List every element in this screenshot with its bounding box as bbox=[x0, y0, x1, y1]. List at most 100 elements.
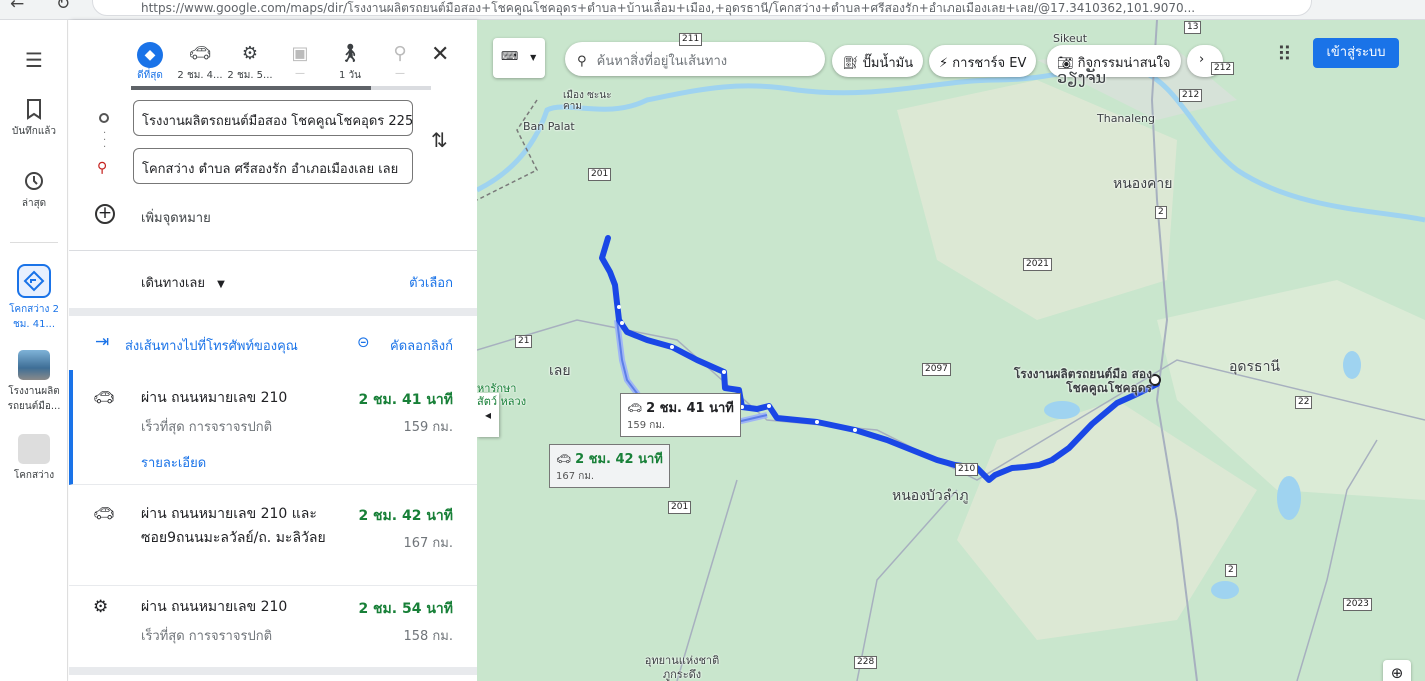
link-icon: ⊝ bbox=[357, 333, 370, 351]
copy-link-button[interactable]: คัดลอกลิงก์ bbox=[390, 335, 453, 356]
apps-grid-icon[interactable]: ⠿ bbox=[1277, 42, 1292, 66]
origin-place-label: โรงงานผลิต รถยนต์มือ... bbox=[7, 386, 61, 412]
route-option-3[interactable]: ⚙ ผ่าน ถนนหมายเลข 210 2 ชม. 54 นาที เร็ว… bbox=[69, 587, 477, 667]
directions-icon: ◆ bbox=[125, 40, 175, 68]
road-shield: 201 bbox=[588, 168, 612, 181]
depart-label: เดินทางเลย bbox=[141, 276, 206, 291]
history-icon bbox=[25, 172, 43, 190]
destination-input[interactable]: โคกสว่าง ตำบล ศรีสองรัก อำเภอเมืองเลย เล… bbox=[133, 148, 413, 184]
keyboard-button[interactable]: ⌨ ▼ bbox=[493, 38, 545, 78]
route-distance: 158 กม. bbox=[403, 629, 453, 644]
mode-motorcycle-label: 2 ชม. 5... bbox=[227, 70, 273, 81]
place-label-nongkhai[interactable]: หนองคาย bbox=[1113, 173, 1172, 195]
chip-ev[interactable]: ⚡︎ การชาร์จ EV bbox=[929, 45, 1037, 77]
origin-dot-icon bbox=[99, 113, 109, 123]
options-link[interactable]: ตัวเลือก bbox=[409, 272, 453, 293]
road-shield: 21 bbox=[515, 335, 533, 348]
recent-button[interactable]: ล่าสุด bbox=[0, 170, 68, 211]
place-label-phukradueng[interactable]: อุทยานแห่งชาติ ภูกระดึง bbox=[637, 654, 727, 681]
road-shield: 2097 bbox=[922, 363, 951, 376]
chevron-right-icon: › bbox=[1199, 52, 1205, 67]
road-shield: 210 bbox=[955, 463, 979, 476]
place-label-udonthani[interactable]: อุดรธานี bbox=[1229, 356, 1280, 378]
rail-item-origin-place[interactable]: โรงงานผลิต รถยนต์มือ... bbox=[0, 350, 68, 414]
recent-label: ล่าสุด bbox=[21, 198, 47, 209]
search-icon: ⚲ bbox=[577, 54, 587, 69]
mode-indicator-track bbox=[131, 86, 431, 90]
map-graphics bbox=[477, 20, 1425, 681]
map-canvas[interactable]: ⌨ ▼ ⚲ ค้นหาสิ่งที่อยู่ในเส้นทาง ⛽︎ ปั๊มน… bbox=[477, 20, 1425, 681]
chevron-down-icon: ▼ bbox=[530, 53, 537, 62]
route-option-2[interactable]: 🚗︎ ผ่าน ถนนหมายเลข 210 และ ซอย9ถนนมะลวัล… bbox=[69, 486, 477, 586]
car-icon: 🚗︎ bbox=[93, 388, 115, 408]
route-callout-alt[interactable]: 🚗︎ 2 ชม. 42 นาที 167 กม. bbox=[549, 444, 670, 488]
mode-bike[interactable]: ⚲ — bbox=[375, 40, 425, 79]
transit-icon: ▣ bbox=[291, 43, 309, 64]
keyboard-icon: ⌨ bbox=[501, 49, 519, 63]
car-icon: 🚗︎ bbox=[627, 401, 643, 415]
send-to-phone-link[interactable]: ส่งเส้นทางไปที่โทรศัพท์ของคุณ bbox=[125, 335, 298, 356]
route-callout-main[interactable]: 🚗︎ 2 ชม. 41 นาที 159 กม. bbox=[620, 393, 741, 437]
chevron-down-icon: ▼ bbox=[217, 279, 225, 290]
route-subtitle: เร็วที่สุด การจราจรปกติ bbox=[141, 420, 273, 435]
callout-alt-distance: 167 กม. bbox=[556, 471, 595, 482]
depart-dropdown[interactable]: เดินทางเลย ▼ bbox=[141, 272, 225, 293]
place-label-loei[interactable]: เลย bbox=[549, 360, 571, 382]
place-label-wildlife[interactable]: หารักษา สัตว์ หลวง bbox=[477, 382, 537, 408]
mode-best-label: ดีที่สุด bbox=[137, 70, 163, 81]
place-label-thanaleng[interactable]: Thanaleng bbox=[1097, 112, 1155, 125]
place-label-sanakham[interactable]: เมือง ซะนะคาม bbox=[563, 90, 623, 112]
mode-best[interactable]: ◆ ดีที่สุด bbox=[125, 40, 175, 83]
my-location-button[interactable]: ⊕ bbox=[1383, 660, 1411, 681]
current-route-label: โคกสว่าง 2 ชม. 41... bbox=[9, 304, 59, 330]
route-option-1[interactable]: 🚗︎ ผ่าน ถนนหมายเลข 210 2 ชม. 41 นาที เร็… bbox=[69, 370, 477, 485]
rail-item-current-route[interactable]: โคกสว่าง 2 ชม. 41... bbox=[0, 264, 68, 332]
mode-transit[interactable]: ▣ — bbox=[275, 40, 325, 79]
route-distance: 167 กม. bbox=[403, 536, 453, 551]
route-time: 2 ชม. 41 นาที bbox=[358, 392, 453, 408]
chip-gas[interactable]: ⛽︎ ปั๊มน้ำมัน bbox=[832, 45, 924, 77]
close-icon[interactable]: ✕ bbox=[431, 42, 449, 67]
back-icon[interactable]: ← bbox=[10, 0, 24, 14]
saved-button[interactable]: บันทึกแล้ว bbox=[0, 98, 68, 139]
swap-icon[interactable]: ⇅ bbox=[431, 128, 448, 152]
add-destination-button[interactable]: เพิ่มจุดหมาย bbox=[141, 207, 211, 228]
address-bar[interactable]: https://www.google.com/maps/dir/โรงงานผล… bbox=[92, 0, 1312, 16]
ev-charger-icon: ⚡︎ bbox=[939, 56, 949, 71]
road-shield: 228 bbox=[854, 656, 878, 669]
place-label-vientiane[interactable]: ວຽງຈັນ bbox=[1057, 68, 1106, 87]
car-icon: 🚗︎ bbox=[188, 43, 212, 64]
mode-car[interactable]: 🚗︎ 2 ชม. 4... bbox=[175, 40, 225, 83]
route-time: 2 ชม. 54 นาที bbox=[358, 601, 453, 617]
motorcycle-icon: ⚙ bbox=[241, 43, 259, 64]
origin-place-label[interactable]: โรงงานผลิตรถยนต์มือ สอง โชคคูณโชคอุดร bbox=[1007, 367, 1152, 395]
place-label-ban-palat[interactable]: Ban Palat bbox=[523, 120, 575, 133]
car-icon: 🚗︎ bbox=[556, 452, 572, 466]
mode-motorcycle[interactable]: ⚙ 2 ชม. 5... bbox=[225, 40, 275, 83]
signin-button[interactable]: เข้าสู่ระบบ bbox=[1313, 38, 1399, 68]
details-link[interactable]: รายละเอียด bbox=[141, 452, 206, 473]
chevron-left-icon: ◂ bbox=[484, 408, 492, 422]
route-dots: · · · bbox=[103, 128, 107, 153]
reload-icon[interactable]: ↻ bbox=[56, 0, 70, 14]
place-label-nongbualamphu[interactable]: หนองบัวลำภู bbox=[892, 485, 968, 507]
place-label-sikeut[interactable]: Sikeut bbox=[1053, 32, 1087, 45]
menu-icon: ☰ bbox=[25, 48, 43, 72]
rail-item-destination-place[interactable]: โคกสว่าง bbox=[0, 434, 68, 483]
callout-time: 2 ชม. 41 นาที bbox=[646, 401, 734, 416]
left-rail: ☰ บันทึกแล้ว ล่าสุด โคกสว่าง 2 ชม. 41...… bbox=[0, 20, 68, 681]
mode-walk[interactable]: 🚶︎ 1 วัน bbox=[325, 40, 375, 83]
road-shield: 13 bbox=[1184, 21, 1202, 34]
pin-icon: ⚲ bbox=[97, 160, 108, 176]
place-thumbnail bbox=[18, 350, 50, 380]
url-text: https://www.google.com/maps/dir/โรงงานผล… bbox=[141, 1, 1196, 15]
mode-transit-label: — bbox=[295, 68, 305, 79]
saved-label: บันทึกแล้ว bbox=[11, 126, 57, 137]
road-shield: 212 bbox=[1211, 62, 1235, 75]
origin-input[interactable]: โรงงานผลิตรถยนต์มือสอง โชคคูณโชคอุดร 225 bbox=[133, 100, 413, 136]
route-title: ผ่าน ถนนหมายเลข 210 และ ซอย9ถนนมะลวัลย์/… bbox=[141, 506, 326, 546]
mode-bike-label: — bbox=[395, 68, 405, 79]
menu-button[interactable]: ☰ bbox=[0, 48, 68, 76]
add-icon[interactable]: + bbox=[95, 204, 115, 224]
route-search-input[interactable]: ⚲ ค้นหาสิ่งที่อยู่ในเส้นทาง bbox=[565, 42, 825, 76]
